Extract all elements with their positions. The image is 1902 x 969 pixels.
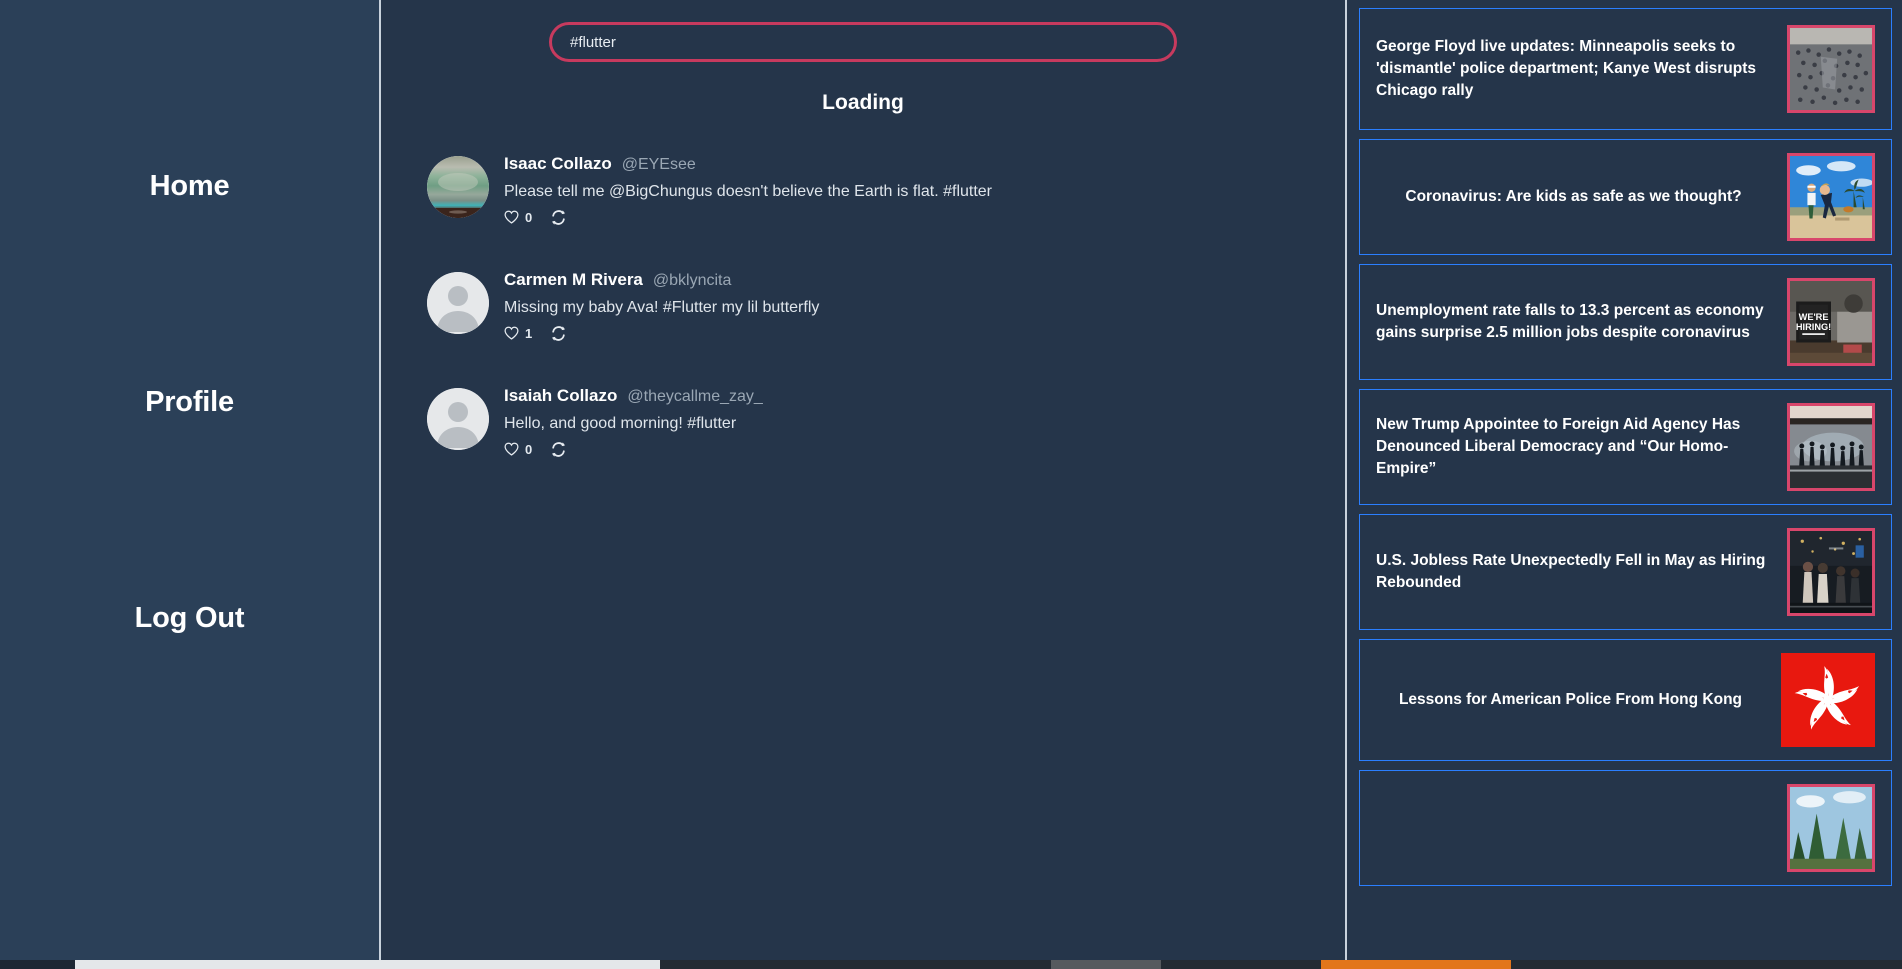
- like-button[interactable]: 0: [504, 442, 532, 457]
- taskbar-left-gap: [0, 960, 75, 969]
- retweet-button[interactable]: [550, 441, 567, 457]
- taskbar-right-gap: [1511, 960, 1902, 969]
- tweet-text: Hello, and good morning! #flutter: [504, 414, 737, 432]
- taskbar-item-grey[interactable]: [1051, 960, 1161, 969]
- avatar-photo-landscape-icon: [427, 156, 489, 218]
- news-title: Unemployment rate falls to 13.3 percent …: [1376, 302, 1764, 341]
- tweet-actions: 0: [504, 442, 763, 457]
- taskbar: [0, 960, 1902, 969]
- tweet-list: Isaac Collazo @EYEsee Please tell me @Bi…: [381, 135, 1345, 483]
- tweet-header: Isaac Collazo @EYEsee: [504, 153, 992, 176]
- tweet-item[interactable]: Isaac Collazo @EYEsee Please tell me @Bi…: [381, 135, 1345, 251]
- news-card[interactable]: U.S. Jobless Rate Unexpectedly Fell in M…: [1359, 514, 1892, 630]
- sidebar: Home Profile Log Out: [0, 0, 381, 969]
- news-card[interactable]: New Trump Appointee to Foreign Aid Agenc…: [1359, 389, 1892, 505]
- news-card[interactable]: George Floyd live updates: Minneapolis s…: [1359, 8, 1892, 130]
- tear-gas-street-icon: [1790, 406, 1872, 488]
- news-title: U.S. Jobless Rate Unexpectedly Fell in M…: [1376, 552, 1766, 591]
- tweet-item[interactable]: Isaiah Collazo @theycallme_zay_ Hello, a…: [381, 367, 1345, 483]
- sidebar-item-logout[interactable]: Log Out: [0, 602, 379, 635]
- trees-sky-icon: [1790, 787, 1872, 869]
- news-title: George Floyd live updates: Minneapolis s…: [1376, 38, 1757, 99]
- retweet-icon: [552, 441, 566, 457]
- sidebar-item-profile[interactable]: Profile: [0, 386, 379, 419]
- news-thumbnail[interactable]: [1787, 153, 1875, 241]
- tweet-header: Carmen M Rivera @bklyncita: [504, 269, 819, 292]
- news-thumbnail[interactable]: [1781, 653, 1875, 747]
- search-bar-container: [381, 0, 1345, 62]
- heart-icon: [504, 326, 519, 340]
- taskbar-spacer: [1161, 960, 1321, 969]
- news-panel: George Floyd live updates: Minneapolis s…: [1347, 0, 1902, 969]
- hong-kong-flag-icon: [1781, 653, 1875, 747]
- avatar[interactable]: [427, 156, 489, 218]
- tweet-text: Missing my baby Ava! #Flutter my lil but…: [504, 298, 820, 316]
- avatar-default-person-icon: [427, 272, 489, 334]
- feed-column: Loading: [381, 0, 1347, 969]
- tweet-body: Isaac Collazo @EYEsee Please tell me @Bi…: [504, 145, 992, 225]
- news-card[interactable]: [1359, 770, 1892, 886]
- tweet-author-handle: @EYEsee: [621, 156, 696, 173]
- news-title: Coronavirus: Are kids as safe as we thou…: [1405, 188, 1742, 205]
- tweet-author-handle: @bklyncita: [652, 272, 732, 289]
- beach-kids-running-icon: [1790, 156, 1872, 238]
- tweet-actions: 0: [504, 210, 992, 225]
- news-title: Lessons for American Police From Hong Ko…: [1398, 691, 1743, 708]
- loading-status: Loading: [822, 91, 904, 114]
- tweet-author-name: Isaiah Collazo: [504, 386, 618, 405]
- svg-text:WE'RE: WE'RE: [1799, 312, 1829, 322]
- search-input[interactable]: [549, 22, 1177, 62]
- tweet-text: Please tell me @BigChungus doesn't belie…: [504, 182, 993, 200]
- tweet-author-name: Isaac Collazo: [504, 154, 612, 173]
- news-thumbnail[interactable]: [1787, 25, 1875, 113]
- like-count: 0: [525, 441, 533, 457]
- news-card[interactable]: Lessons for American Police From Hong Ko…: [1359, 639, 1892, 761]
- heart-icon: [504, 442, 519, 456]
- taskbar-item-orange[interactable]: [1321, 960, 1511, 969]
- news-title: New Trump Appointee to Foreign Aid Agenc…: [1376, 416, 1741, 477]
- retweet-button[interactable]: [550, 209, 567, 225]
- heart-icon: [504, 210, 519, 224]
- app-root: Home Profile Log Out Loading: [0, 0, 1902, 969]
- were-hiring-sign-icon: WE'RE HIRING!: [1790, 281, 1872, 363]
- crowd-protest-aerial-icon: [1790, 28, 1872, 110]
- sidebar-item-home[interactable]: Home: [0, 170, 379, 203]
- tweet-body: Carmen M Rivera @bklyncita Missing my ba…: [504, 261, 819, 341]
- news-thumbnail[interactable]: [1787, 528, 1875, 616]
- like-button[interactable]: 0: [504, 210, 532, 225]
- avatar-default-person-icon: [427, 388, 489, 450]
- news-thumbnail[interactable]: WE'RE HIRING!: [1787, 278, 1875, 366]
- retweet-button[interactable]: [550, 325, 567, 341]
- like-count: 0: [525, 209, 533, 225]
- sidebar-item-label: Log Out: [134, 602, 245, 634]
- news-card[interactable]: Coronavirus: Are kids as safe as we thou…: [1359, 139, 1892, 255]
- tweet-author-name: Carmen M Rivera: [504, 270, 643, 289]
- night-street-crowd-icon: [1790, 531, 1872, 613]
- taskbar-background: [660, 960, 1051, 969]
- news-card[interactable]: Unemployment rate falls to 13.3 percent …: [1359, 264, 1892, 380]
- tweet-actions: 1: [504, 326, 819, 341]
- sidebar-item-label: Home: [149, 170, 230, 202]
- retweet-icon: [552, 325, 566, 341]
- taskbar-active-window[interactable]: [75, 960, 660, 969]
- avatar[interactable]: [427, 272, 489, 334]
- like-count: 1: [525, 325, 533, 341]
- tweet-item[interactable]: Carmen M Rivera @bklyncita Missing my ba…: [381, 251, 1345, 367]
- news-thumbnail[interactable]: [1787, 403, 1875, 491]
- svg-text:HIRING!: HIRING!: [1796, 322, 1831, 332]
- news-thumbnail[interactable]: [1787, 784, 1875, 872]
- tweet-header: Isaiah Collazo @theycallme_zay_: [504, 385, 763, 408]
- like-button[interactable]: 1: [504, 326, 532, 341]
- tweet-body: Isaiah Collazo @theycallme_zay_ Hello, a…: [504, 377, 763, 457]
- retweet-icon: [552, 209, 566, 225]
- tweet-author-handle: @theycallme_zay_: [627, 388, 763, 405]
- avatar[interactable]: [427, 388, 489, 450]
- sidebar-item-label: Profile: [145, 386, 234, 418]
